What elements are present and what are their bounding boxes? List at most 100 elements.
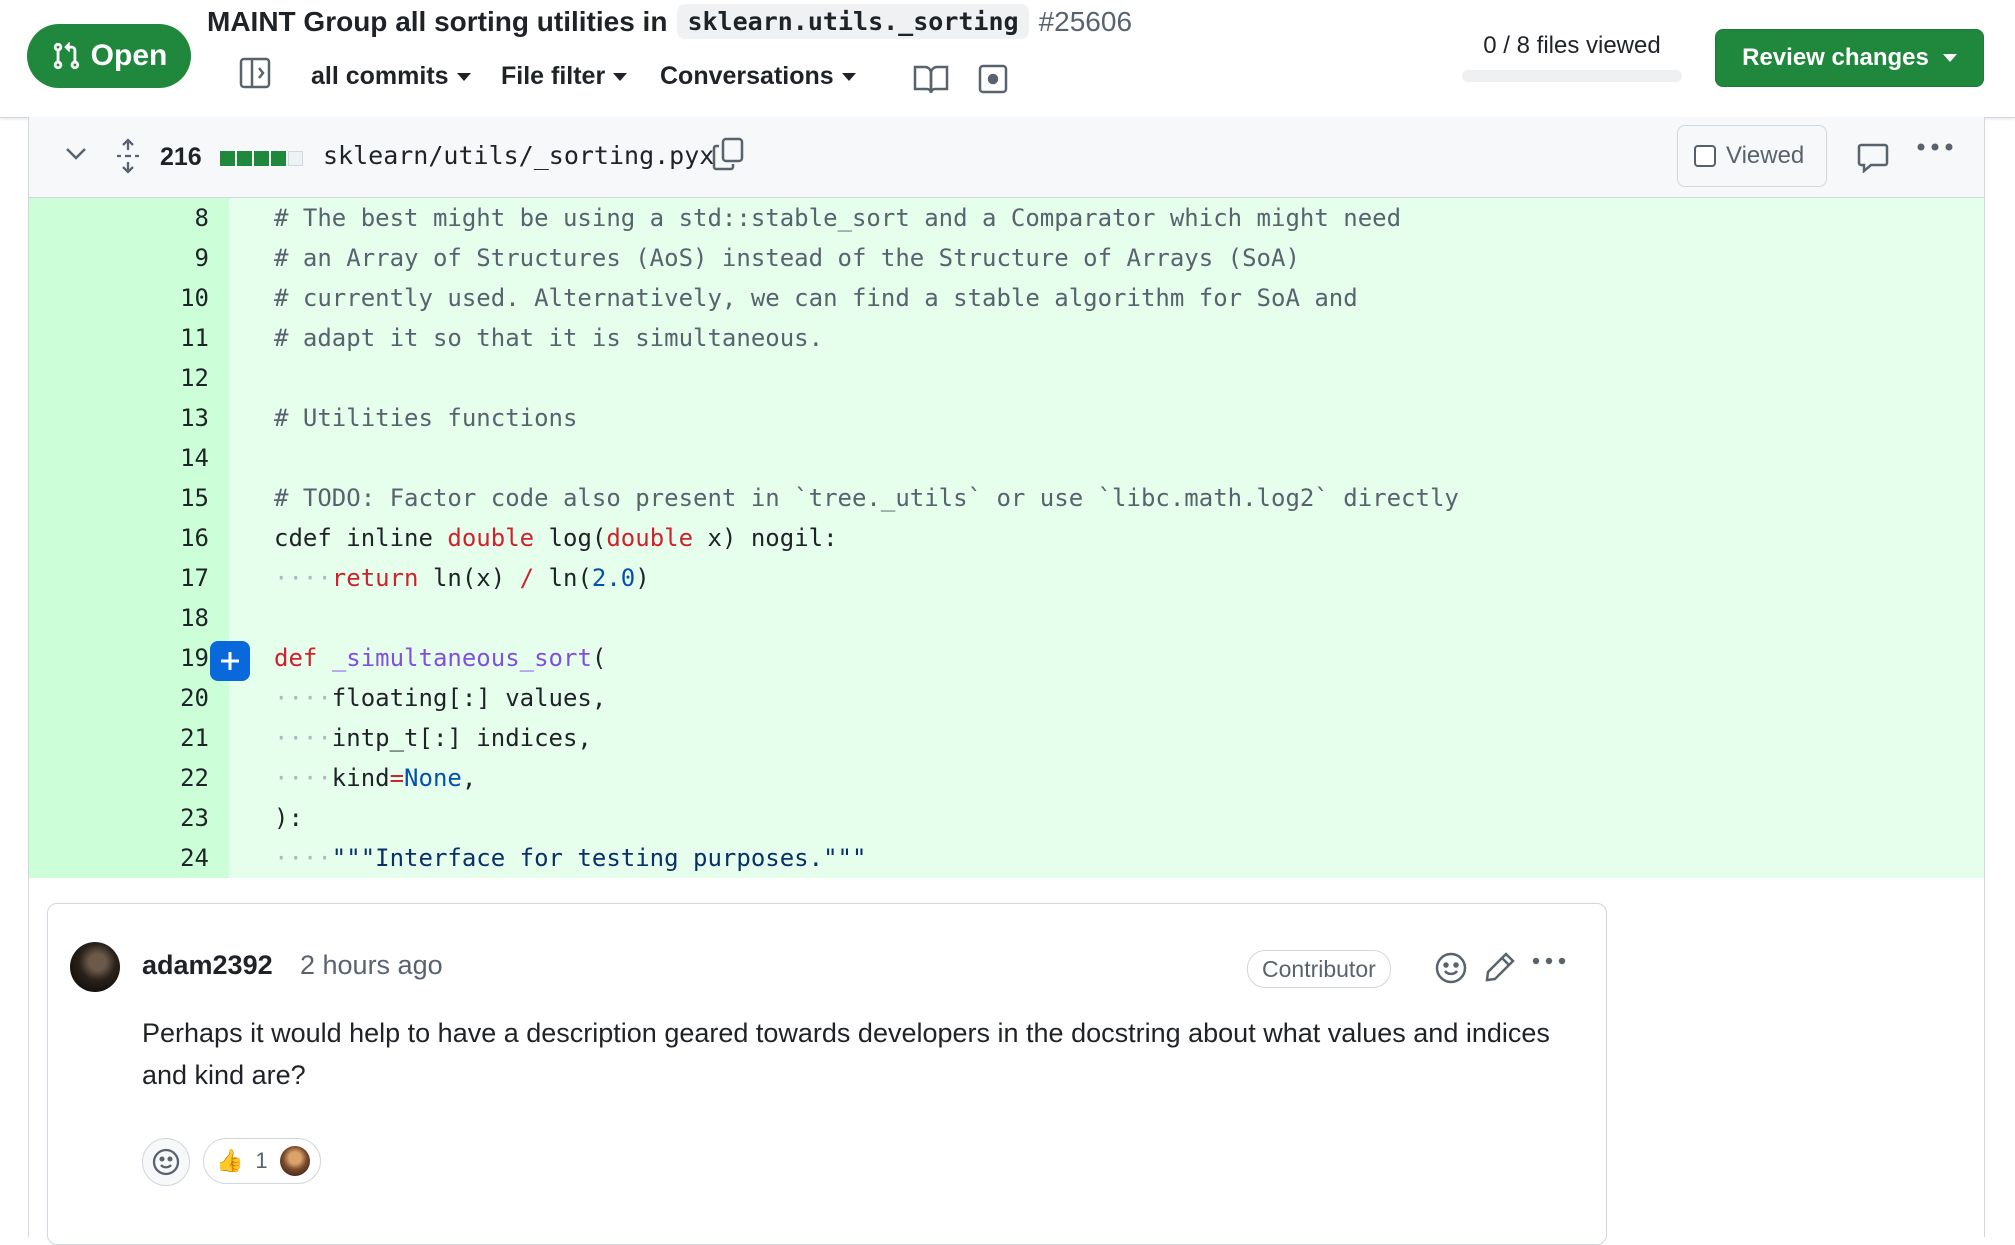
copy-icon[interactable] xyxy=(712,137,744,171)
viewed-toggle[interactable]: Viewed xyxy=(1677,125,1827,187)
line-number[interactable]: 21 xyxy=(29,718,229,758)
thumbs-up-emoji: 👍 xyxy=(216,1148,244,1173)
code-token: ···· xyxy=(274,764,332,792)
diff-line: 20 ····floating[:] values, xyxy=(29,678,1984,718)
diff-file: 216 sklearn/utils/_sorting.pyx Viewed 8 #… xyxy=(28,117,1985,1245)
code-token: cdef inline xyxy=(274,524,448,552)
line-number[interactable]: 15 xyxy=(29,478,229,518)
reaction-avatar xyxy=(279,1146,310,1176)
code-token: # currently used. Alternatively, we can … xyxy=(274,284,1358,312)
line-number[interactable]: 10 xyxy=(29,278,229,318)
diffstat-count: 216 xyxy=(160,143,202,171)
code-token: , xyxy=(461,764,477,792)
diff-line: 14 xyxy=(29,438,1984,478)
unfold-icon[interactable] xyxy=(115,138,141,174)
chevron-down-icon[interactable] xyxy=(65,147,87,161)
comment-author[interactable]: adam2392 xyxy=(142,950,273,981)
file-path-link[interactable]: sklearn/utils/_sorting.pyx xyxy=(323,141,714,170)
code-content: ····intp_t[:] indices, xyxy=(274,718,592,758)
review-comment: adam2392 2 hours ago Contributor Perhaps… xyxy=(47,903,1607,1245)
code-token: double xyxy=(606,524,694,552)
line-number[interactable]: 12 xyxy=(29,358,229,398)
code-token: ···· xyxy=(274,684,332,712)
diff-line: 10 # currently used. Alternatively, we ca… xyxy=(29,278,1984,318)
code-content: ····floating[:] values, xyxy=(274,678,606,718)
role-badge: Contributor xyxy=(1247,950,1391,988)
dot-square-icon[interactable] xyxy=(978,64,1008,94)
diff-line: 9 # an Array of Structures (AoS) instead … xyxy=(29,238,1984,278)
review-changes-button[interactable]: Review changes xyxy=(1715,29,1984,87)
line-number[interactable]: 24 xyxy=(29,838,229,878)
line-number[interactable]: 11 xyxy=(29,318,229,358)
line-number[interactable]: 22 xyxy=(29,758,229,798)
diff-line: 12 xyxy=(29,358,1984,398)
code-token: # Utilities functions xyxy=(274,404,578,432)
diff-line: 18 xyxy=(29,598,1984,638)
line-number[interactable]: 13 xyxy=(29,398,229,438)
code-token: log( xyxy=(534,524,607,552)
code-content: # Utilities functions xyxy=(274,398,577,438)
diffstat-block-added xyxy=(220,151,235,166)
code-content: # adapt it so that it is simultaneous. xyxy=(274,318,823,358)
diff-line: 11 # adapt it so that it is simultaneous. xyxy=(29,318,1984,358)
kebab-horizontal-icon[interactable] xyxy=(1917,141,1953,153)
pencil-icon[interactable] xyxy=(1484,951,1516,983)
diffstat-block-added xyxy=(271,151,286,166)
caret-down-icon xyxy=(613,72,628,81)
diffstat-block-neutral xyxy=(288,151,303,166)
code-token: 2.0 xyxy=(591,564,636,592)
file-filter-dropdown[interactable]: File filter xyxy=(501,62,628,91)
diffstat-block-added xyxy=(254,151,269,166)
viewed-checkbox[interactable] xyxy=(1694,145,1716,167)
line-number[interactable]: 18 xyxy=(29,598,229,638)
line-number[interactable]: 20 xyxy=(29,678,229,718)
pr-title: MAINT Group all sorting utilities in skl… xyxy=(207,4,1132,39)
caret-down-icon xyxy=(841,72,856,81)
kebab-horizontal-icon[interactable] xyxy=(1532,956,1566,966)
code-token: ···· xyxy=(274,844,332,872)
line-number[interactable]: 8 xyxy=(29,198,229,238)
diff-line: 22 ····kind=None, xyxy=(29,758,1984,798)
code-token: ln(x) xyxy=(418,564,520,592)
commits-dropdown-label: all commits xyxy=(311,62,449,90)
caret-down-icon xyxy=(1942,54,1957,62)
code-token: double xyxy=(447,524,535,552)
code-token: / xyxy=(519,564,535,592)
line-number[interactable]: 14 xyxy=(29,438,229,478)
files-viewed-progress-bar xyxy=(1462,70,1682,82)
code-token: intp_t[:] indices, xyxy=(331,724,592,752)
add-line-comment-button[interactable] xyxy=(210,641,250,681)
line-number[interactable]: 23 xyxy=(29,798,229,838)
viewed-label: Viewed xyxy=(1726,142,1805,169)
comment-timestamp[interactable]: 2 hours ago xyxy=(300,950,443,981)
code-content: ····kind=None, xyxy=(274,758,476,798)
line-number[interactable]: 19 xyxy=(29,638,229,678)
code-token: # The best might be using a std::stable_… xyxy=(274,204,1402,232)
diff-line: 15 # TODO: Factor code also present in `t… xyxy=(29,478,1984,518)
code-token: def xyxy=(274,644,318,672)
diff-line: 8 # The best might be using a std::stable… xyxy=(29,198,1984,238)
line-number[interactable]: 16 xyxy=(29,518,229,558)
code-content: def _simultaneous_sort( xyxy=(274,638,606,678)
sidebar-toggle-icon[interactable] xyxy=(238,56,272,90)
comment-icon[interactable] xyxy=(1857,141,1889,173)
smiley-icon xyxy=(152,1148,180,1176)
book-icon[interactable] xyxy=(913,63,949,95)
code-token: = xyxy=(389,764,405,792)
commits-dropdown[interactable]: all commits xyxy=(311,62,471,91)
line-number[interactable]: 9 xyxy=(29,238,229,278)
smiley-icon[interactable] xyxy=(1434,951,1468,985)
code-token: ): xyxy=(274,804,303,832)
avatar[interactable] xyxy=(70,942,120,992)
add-reaction-button[interactable] xyxy=(142,1138,190,1186)
code-content: ····"""Interface for testing purposes.""… xyxy=(274,838,866,878)
reaction-thumbs-up[interactable]: 👍 1 xyxy=(203,1138,321,1184)
pr-title-text: MAINT Group all sorting utilities in xyxy=(207,5,668,37)
conversations-dropdown[interactable]: Conversations xyxy=(660,62,856,91)
diff-line: 19 def _simultaneous_sort( xyxy=(29,638,1984,681)
diffstat-block-added xyxy=(237,151,252,166)
code-content: ): xyxy=(274,798,303,838)
code-content: cdef inline double log(double x) nogil: xyxy=(274,518,838,558)
line-number[interactable]: 17 xyxy=(29,558,229,598)
code-content: ····return ln(x) / ln(2.0) xyxy=(274,558,650,598)
